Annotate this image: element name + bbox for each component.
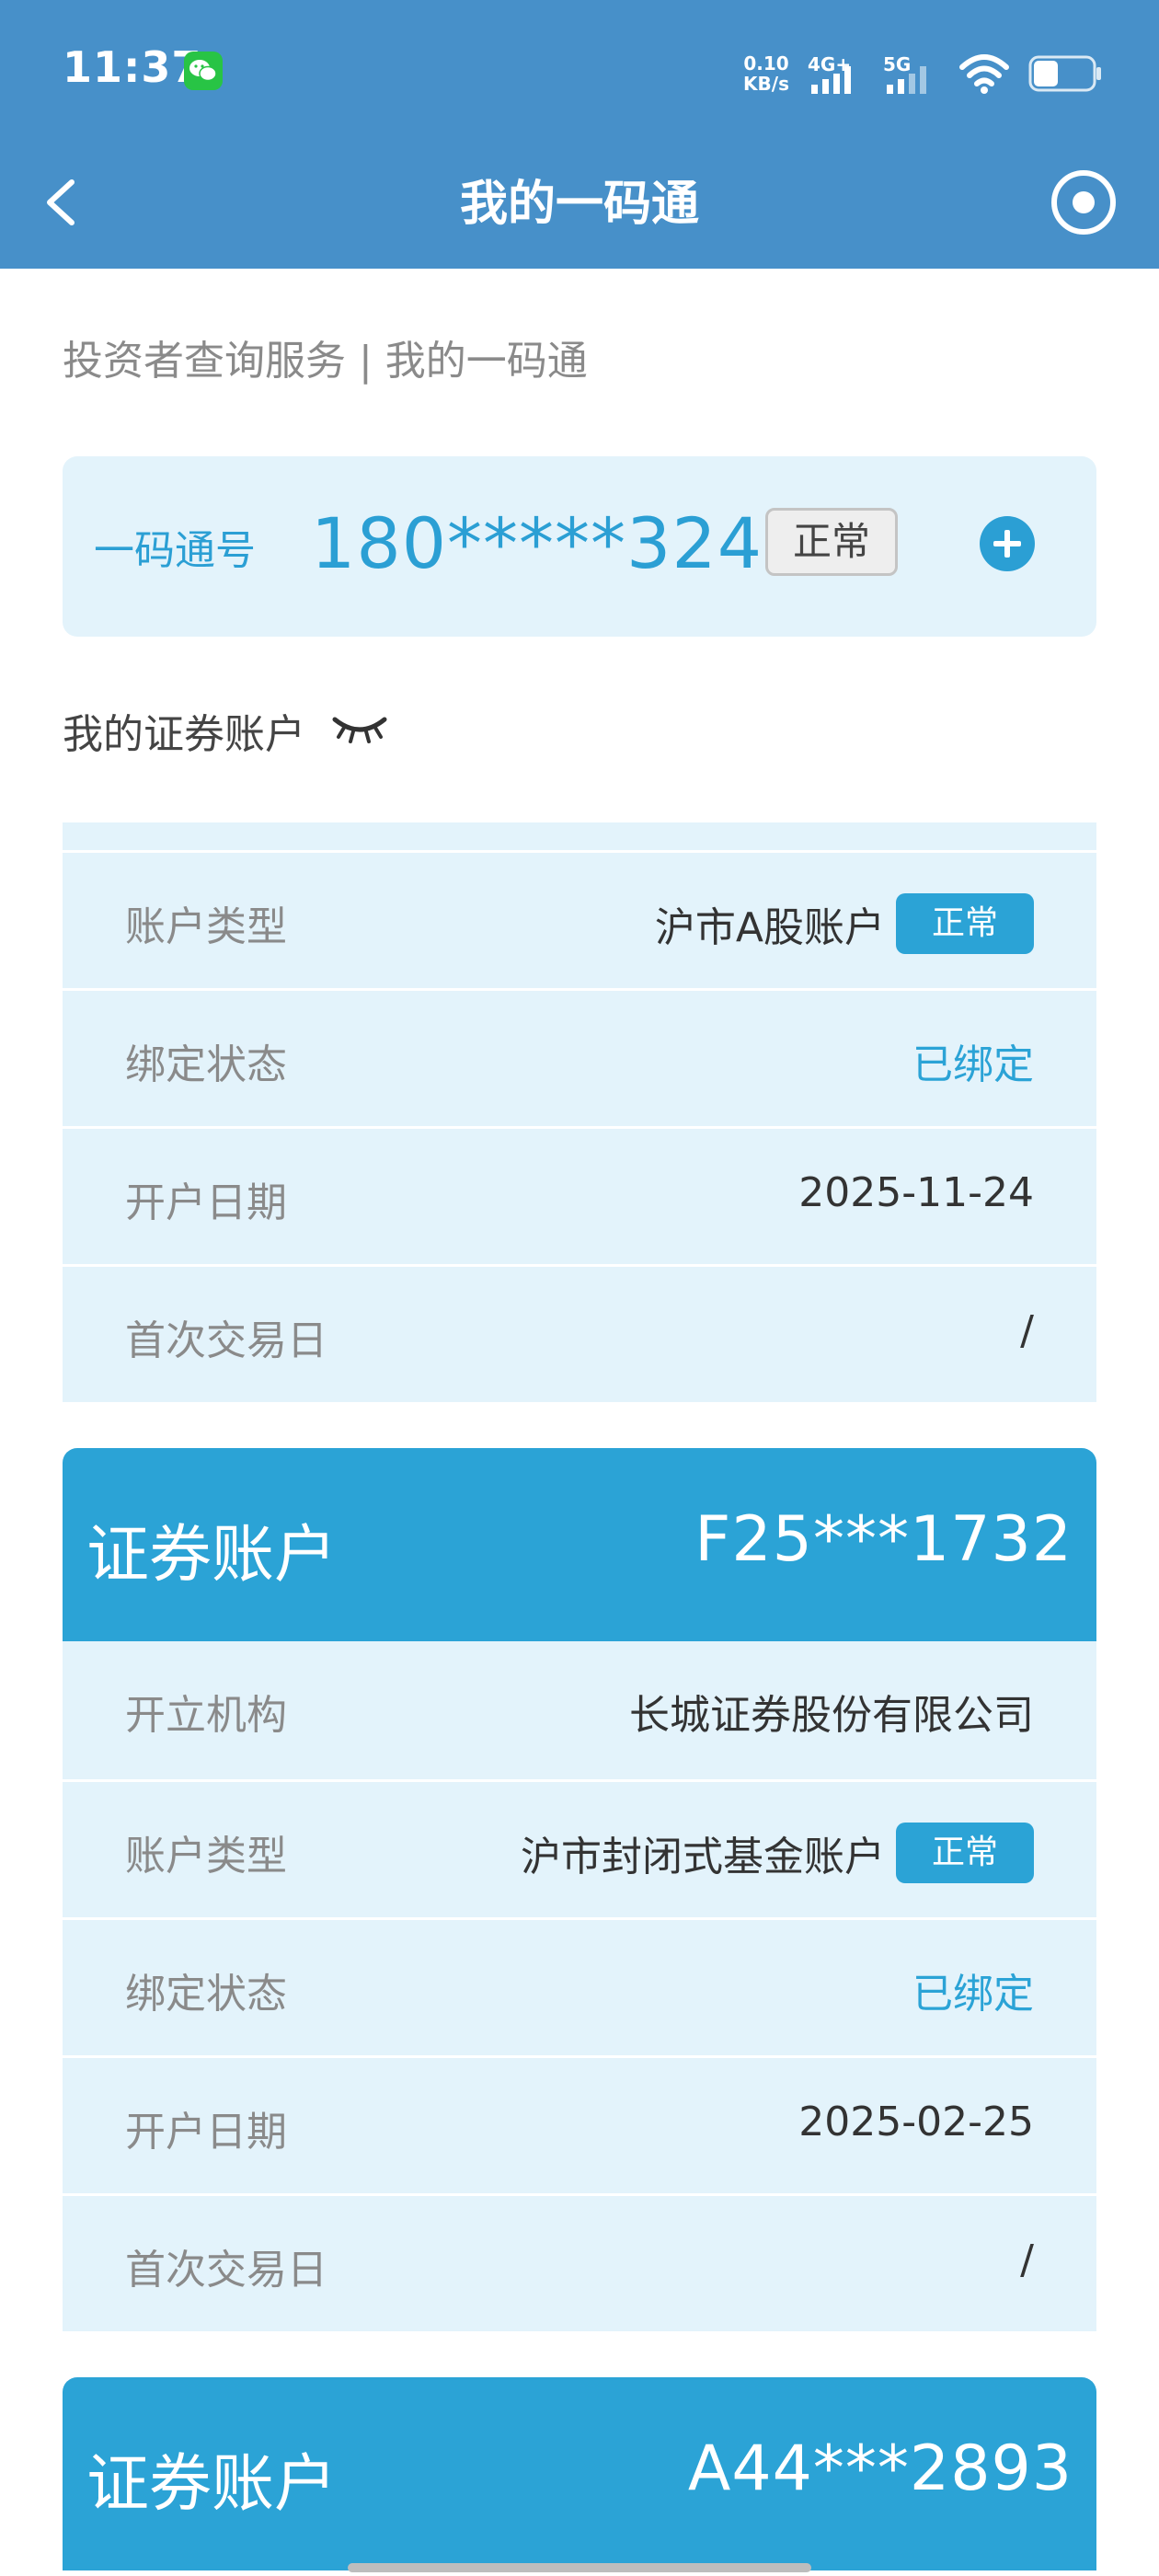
account-number: A44***2893 bbox=[687, 2432, 1073, 2505]
battery-icon bbox=[1028, 55, 1101, 92]
signal-4g-icon: 4G+ bbox=[808, 52, 865, 96]
ymt-label: 一码通号 bbox=[94, 527, 256, 574]
account-card-top-edge bbox=[63, 822, 1096, 850]
account-number: F25***1732 bbox=[694, 1503, 1073, 1576]
ymt-number: 180*****3244 bbox=[311, 502, 809, 584]
first-trade-value: / bbox=[1020, 2237, 1034, 2283]
net-speed-value: 0.10 bbox=[743, 52, 789, 75]
account-row-open-date: 开户日期 2025-11-24 bbox=[63, 1126, 1096, 1264]
first-trade-value: / bbox=[1020, 1307, 1034, 1354]
status-time: 11:37 bbox=[63, 42, 202, 92]
open-date-value: 2025-02-25 bbox=[798, 2099, 1034, 2145]
account-header-label: 证券账户 bbox=[86, 2448, 338, 2521]
app-header: 11:37 0.10 KB/s 4G+ 5G 我的一码通 bbox=[0, 0, 1159, 269]
row-label: 绑定状态 bbox=[125, 1041, 287, 1088]
row-label: 开户日期 bbox=[125, 1179, 287, 1226]
account-row-first-trade: 首次交易日 / bbox=[63, 2193, 1096, 2331]
plus-circle-icon bbox=[980, 516, 1035, 571]
breadcrumb: 投资者查询服务 | 我的一码通 bbox=[63, 338, 588, 385]
row-label: 绑定状态 bbox=[125, 1971, 287, 2018]
account-row-binding: 绑定状态 已绑定 bbox=[63, 1917, 1096, 2055]
target-icon bbox=[1051, 170, 1116, 235]
wechat-icon bbox=[184, 52, 223, 90]
page-title: 我的一码通 bbox=[459, 177, 699, 232]
status-bar: 11:37 0.10 KB/s 4G+ 5G bbox=[0, 0, 1159, 138]
open-date-value: 2025-11-24 bbox=[798, 1169, 1034, 1216]
row-label: 账户类型 bbox=[125, 1833, 287, 1880]
add-ymt-button[interactable] bbox=[979, 515, 1036, 572]
account-type-value: 沪市封闭式基金账户 bbox=[521, 1834, 885, 1880]
account-header-label: 证券账户 bbox=[86, 1519, 338, 1592]
account-row-type: 账户类型 沪市封闭式基金账户 正常 bbox=[63, 1779, 1096, 1917]
row-value: 沪市封闭式基金账户 正常 bbox=[521, 1823, 1034, 1883]
status-badge: 正常 bbox=[896, 1823, 1034, 1883]
binding-status-value: 已绑定 bbox=[912, 1041, 1034, 1088]
ymt-card: 一码通号 180*****3244 正常 bbox=[63, 456, 1096, 637]
institution-value: 长城证券股份有限公司 bbox=[629, 1692, 1034, 1739]
status-indicators: 0.10 KB/s 4G+ 5G bbox=[743, 46, 1104, 101]
section-title: 我的证券账户 bbox=[63, 711, 305, 758]
signal-5g-icon: 5G bbox=[883, 52, 940, 96]
closed-eye-icon[interactable] bbox=[331, 712, 388, 745]
wifi-icon bbox=[959, 54, 1009, 94]
account-card-header[interactable]: 证券账户 F25***1732 bbox=[63, 1448, 1096, 1641]
binding-status-value: 已绑定 bbox=[912, 1971, 1034, 2018]
home-indicator[interactable] bbox=[348, 2563, 811, 2572]
status-badge: 正常 bbox=[896, 893, 1034, 954]
account-row-type: 账户类型 沪市A股账户 正常 bbox=[63, 850, 1096, 988]
account-row-binding: 绑定状态 已绑定 bbox=[63, 988, 1096, 1126]
row-label: 首次交易日 bbox=[125, 2247, 327, 2294]
row-value: 沪市A股账户 正常 bbox=[655, 893, 1034, 954]
account-row-open-date: 开户日期 2025-02-25 bbox=[63, 2055, 1096, 2193]
account-card-header[interactable]: 证券账户 A44***2893 bbox=[63, 2377, 1096, 2570]
net-speed: 0.10 KB/s bbox=[743, 53, 789, 94]
account-row-first-trade: 首次交易日 / bbox=[63, 1264, 1096, 1402]
more-button[interactable] bbox=[1049, 166, 1122, 239]
row-label: 账户类型 bbox=[125, 903, 287, 950]
row-label: 首次交易日 bbox=[125, 1317, 327, 1364]
ymt-status-badge: 正常 bbox=[765, 508, 898, 576]
account-type-value: 沪市A股账户 bbox=[654, 904, 885, 951]
row-label: 开户日期 bbox=[125, 2109, 287, 2156]
account-row-institution: 开立机构 长城证券股份有限公司 bbox=[63, 1641, 1096, 1779]
row-label: 开立机构 bbox=[125, 1692, 287, 1739]
securities-account-list: 账户类型 沪市A股账户 正常 绑定状态 已绑定 开户日期 2025-11-24 … bbox=[63, 822, 1096, 2570]
net-speed-unit: KB/s bbox=[743, 73, 789, 95]
